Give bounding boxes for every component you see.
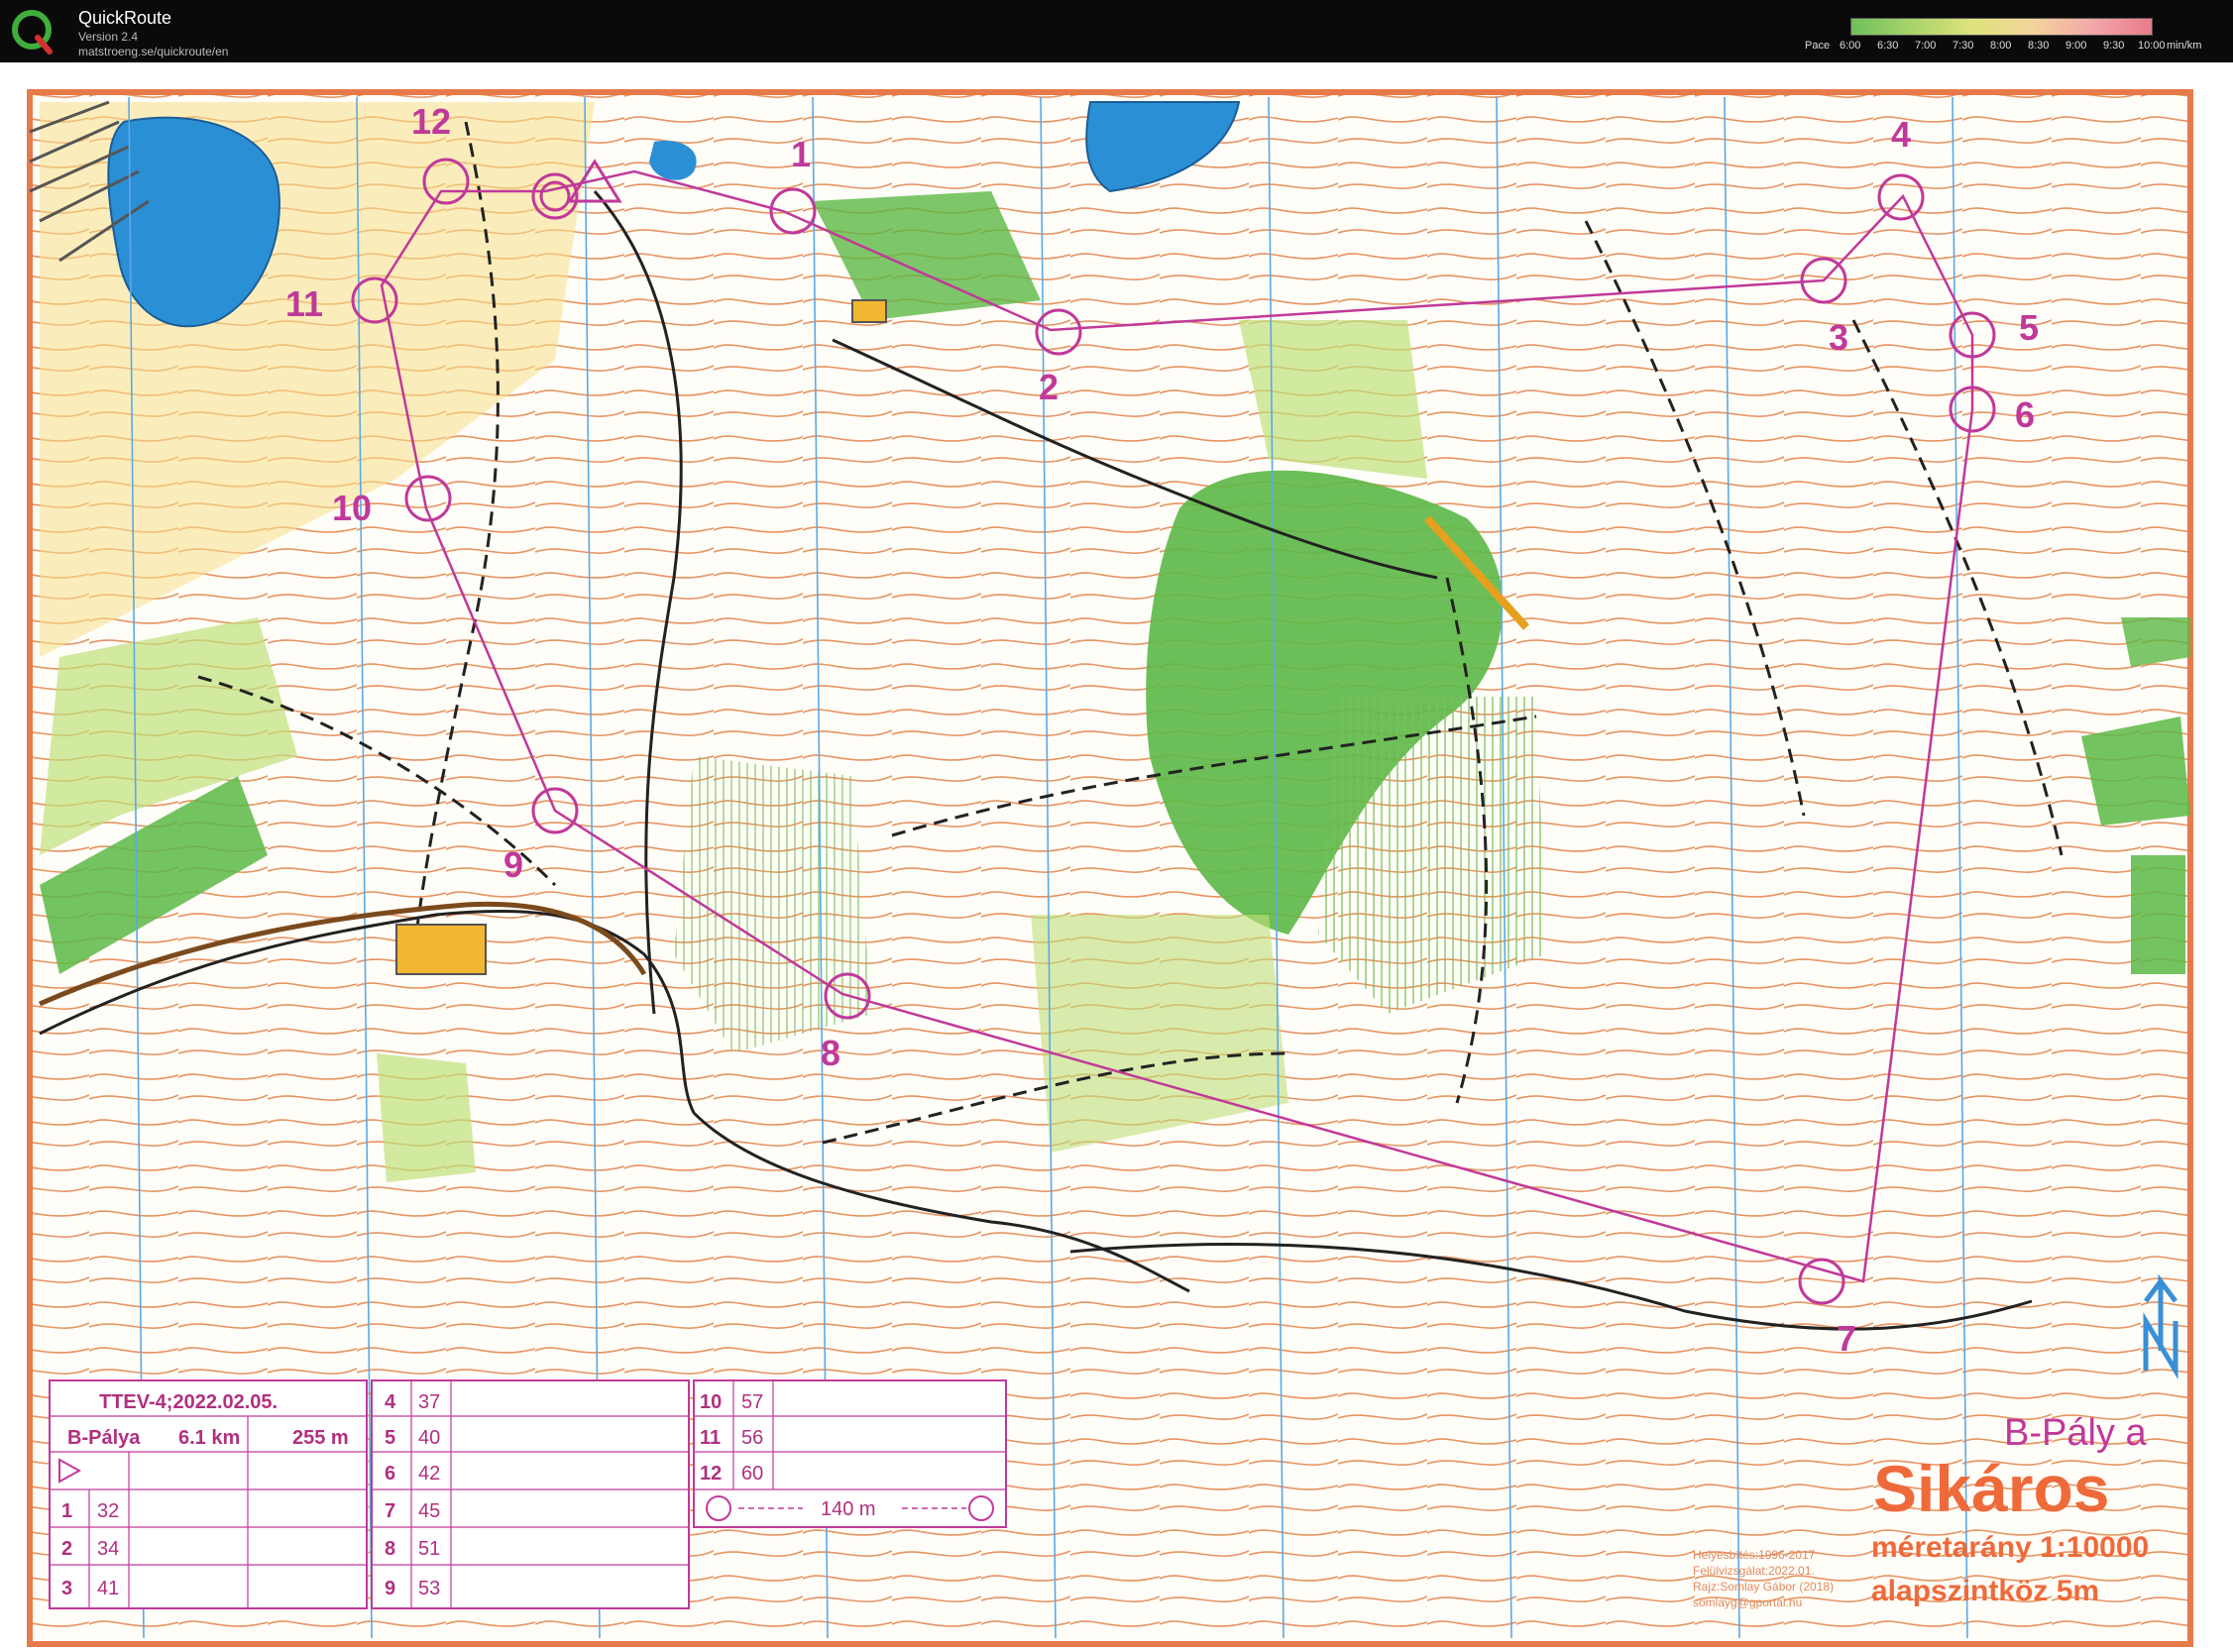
pace-tick: 9:00 (2066, 40, 2087, 52)
row-code: 32 (97, 1500, 119, 1522)
pace-tick: 9:30 (2103, 40, 2125, 52)
app-url[interactable]: matstroeng.se/quickroute/en (78, 45, 228, 58)
pace-tick: 8:30 (2028, 40, 2050, 52)
pace-tick: 6:30 (1877, 40, 1899, 52)
control-label-8: 8 (821, 1033, 840, 1073)
course-climb: 255 m (292, 1427, 349, 1449)
row-number: 5 (385, 1427, 395, 1449)
row-number: 3 (61, 1578, 72, 1599)
pace-color-scale (1850, 18, 2153, 36)
orienteering-map[interactable]: 1 2 3 4 5 6 7 8 9 10 11 12 TTEV-4;2022.0… (0, 62, 2233, 1652)
row-number: 8 (385, 1538, 395, 1560)
light-forest-area (377, 1053, 476, 1182)
control-label-5: 5 (2019, 307, 2039, 348)
row-code: 45 (418, 1500, 440, 1522)
row-number: 6 (385, 1463, 395, 1485)
course-title: B-Pály a (2004, 1412, 2147, 1454)
quickroute-logo-icon (12, 10, 53, 55)
pace-tick: 8:00 (1990, 40, 2012, 52)
row-number: 7 (385, 1500, 395, 1522)
row-code: 51 (418, 1538, 440, 1560)
control-label-2: 2 (1039, 367, 1059, 407)
course-length: 6.1 km (178, 1427, 240, 1449)
control-label-6: 6 (2015, 394, 2035, 435)
control-label-12: 12 (411, 101, 451, 142)
app-name: QuickRoute (78, 8, 172, 28)
row-code: 40 (418, 1427, 440, 1449)
credit-line: Rajz:Somlay Gábor (2018) (1693, 1580, 1834, 1594)
row-code: 56 (741, 1427, 763, 1449)
title-bar: QuickRoute Version 2.4 matstroeng.se/qui… (0, 0, 2233, 62)
row-number: 11 (700, 1427, 721, 1449)
row-code: 37 (418, 1391, 440, 1413)
row-code: 34 (97, 1538, 119, 1560)
credit-line: Helyesbítés:1996-2017 (1693, 1548, 1816, 1562)
dense-forest-area (2131, 855, 2185, 974)
pace-tick: 10:00 (2138, 40, 2166, 52)
control-label-10: 10 (332, 488, 372, 528)
control-label-4: 4 (1891, 114, 1911, 155)
area-name: Sikáros (1873, 1452, 2109, 1525)
credit-line: somlayg@gportal.hu (1693, 1596, 1802, 1609)
row-number: 9 (385, 1578, 395, 1599)
pace-tick: 6:00 (1840, 40, 1861, 52)
pace-tick: 7:00 (1915, 40, 1937, 52)
scale-text: méretarány 1:10000 (1871, 1531, 2149, 1564)
row-number: 10 (700, 1391, 722, 1413)
row-code: 53 (418, 1578, 440, 1599)
map-canvas[interactable]: 1 2 3 4 5 6 7 8 9 10 11 12 TTEV-4;2022.0… (0, 62, 2233, 1652)
row-code: 57 (741, 1391, 763, 1413)
row-number: 12 (700, 1463, 722, 1485)
course-name: B-Pálya (67, 1427, 141, 1449)
control-label-9: 9 (503, 844, 523, 885)
control-label-11: 11 (285, 283, 323, 324)
app-version: Version 2.4 (78, 30, 139, 44)
row-code: 60 (741, 1463, 763, 1485)
control-label-3: 3 (1829, 317, 1848, 358)
credit-line: Felülvizsgálat:2022.01. (1693, 1564, 1815, 1578)
row-number: 1 (61, 1500, 72, 1522)
row-code: 42 (418, 1463, 440, 1485)
event-title: TTEV-4;2022.02.05. (99, 1391, 278, 1413)
row-code: 41 (97, 1578, 119, 1599)
control-label-7: 7 (1837, 1318, 1856, 1359)
pace-label: Pace (1805, 40, 1831, 52)
control-label-1: 1 (791, 134, 811, 174)
pace-unit: min/km (2167, 40, 2202, 52)
row-number: 2 (61, 1538, 72, 1560)
building (395, 924, 487, 975)
pace-tick: 7:30 (1953, 40, 1974, 52)
row-number: 4 (385, 1391, 396, 1413)
building (851, 299, 887, 323)
contour-interval-text: alapszintköz 5m (1871, 1575, 2099, 1607)
finish-distance: 140 m (821, 1498, 876, 1520)
